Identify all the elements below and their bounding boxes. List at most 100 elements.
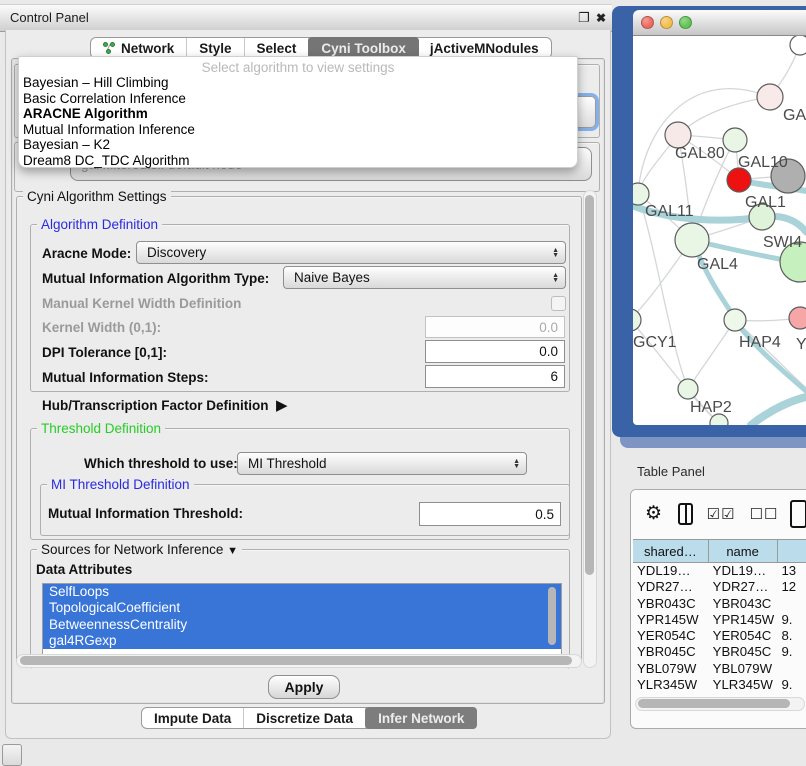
gear-icon[interactable]: ⚙ — [645, 502, 662, 525]
data-attributes-list[interactable]: SelfLoopsTopologicalCoefficientBetweenne… — [42, 583, 562, 655]
settings-vscrollbar-thumb[interactable] — [585, 195, 594, 575]
table-cell — [777, 661, 806, 677]
apply-button[interactable]: Apply — [268, 675, 340, 699]
select-all-checks-icon[interactable]: ☑☑ — [707, 505, 736, 523]
mi-type-combobox[interactable]: Naive Bayes ▲▼ — [283, 266, 566, 289]
table-panel: ⚙ ☑☑ ☐☐ shared…name YDL19…YDL19…13YDR27…… — [630, 489, 806, 729]
algorithm-option[interactable]: Bayesian – K2 — [19, 137, 577, 153]
table-cell: YBR043C — [633, 596, 709, 612]
table-cell: 9 — [777, 693, 806, 696]
table-cell: YBR043C — [709, 596, 778, 612]
float-window-icon[interactable]: ❐ — [576, 10, 592, 26]
network-window-frame-bottom — [620, 437, 806, 448]
hub-definition-label[interactable]: Hub/Transcription Factor Definition — [42, 398, 269, 413]
mi-type-label: Mutual Information Algorithm Type: — [42, 271, 269, 286]
data-attribute-item[interactable]: BetweennessCentrality — [43, 617, 561, 633]
table-cell: YLR345W — [709, 677, 778, 693]
bottom-tab-discretize-data[interactable]: Discretize Data — [244, 708, 366, 728]
table-row[interactable]: YER054CYER054C8. — [633, 628, 806, 644]
bottom-tab-infer-network[interactable]: Infer Network — [365, 707, 477, 729]
table-cell: YER054C — [633, 628, 709, 644]
mi-steps-field[interactable]: 6 — [425, 365, 565, 388]
dpi-tolerance-label: DPI Tolerance [0,1]: — [42, 345, 167, 360]
bottom-tabbar: Impute DataDiscretize DataInfer Network — [141, 707, 477, 729]
columns-icon[interactable] — [678, 503, 693, 525]
data-attribute-item[interactable]: gal4RGexp — [43, 633, 561, 649]
node-label: GAL10 — [738, 154, 788, 171]
node-label: GCY1 — [633, 334, 677, 351]
table-row[interactable]: YDL19…YDL19…13 — [633, 563, 806, 579]
aracne-mode-combobox[interactable]: Discovery ▲▼ — [136, 241, 566, 264]
manual-kernel-checkbox[interactable] — [551, 296, 566, 311]
data-attribute-item[interactable]: TopologicalCoefficient — [43, 600, 561, 616]
network-node[interactable] — [790, 36, 806, 55]
network-canvas[interactable]: GALGAL80GAL10GAL1GAL11SWI4GAL4GCY1HAP4YH… — [633, 36, 806, 425]
table-row[interactable]: YDR27…YDR27…12 — [633, 579, 806, 595]
mac-close-icon[interactable] — [641, 16, 654, 29]
network-node[interactable] — [633, 183, 649, 205]
table-cell: YBR045C — [633, 644, 709, 660]
column-header-2[interactable]: name — [709, 540, 778, 562]
settings-hscrollbar-thumb[interactable] — [20, 656, 572, 665]
algorithm-option[interactable]: Bayesian – Hill Climbing — [19, 75, 577, 91]
network-node[interactable] — [723, 128, 747, 152]
algorithm-option[interactable]: Mutual Information Inference — [19, 122, 577, 138]
expand-arrow-icon[interactable]: ▼ — [227, 545, 238, 557]
kernel-width-field[interactable]: 0.0 — [425, 316, 565, 338]
dpi-tolerance-field[interactable]: 0.0 — [425, 340, 565, 363]
settings-hscrollbar[interactable] — [16, 654, 582, 668]
table-hscrollbar[interactable] — [635, 697, 805, 711]
network-node[interactable] — [633, 309, 641, 331]
tab-network[interactable]: Network — [91, 38, 187, 58]
network-node[interactable] — [678, 379, 698, 399]
which-threshold-combobox[interactable]: MI Threshold ▲▼ — [237, 452, 527, 475]
network-node[interactable] — [757, 84, 783, 110]
network-edge[interactable] — [688, 320, 735, 389]
column-header-3[interactable] — [778, 540, 806, 562]
table-row[interactable]: YIL053CYIL053C9 — [633, 693, 806, 696]
tab-style[interactable]: Style — [187, 38, 244, 58]
table-hscrollbar-thumb[interactable] — [638, 699, 790, 708]
table-row[interactable]: YBR043CYBR043C — [633, 596, 806, 612]
node-label: HAP2 — [690, 399, 732, 416]
node-label: Y — [796, 336, 806, 353]
mac-zoom-icon[interactable] — [679, 16, 692, 29]
mi-threshold-field[interactable]: 0.5 — [419, 502, 561, 526]
network-node[interactable] — [724, 309, 746, 331]
table-row[interactable]: YPR145WYPR145W9. — [633, 612, 806, 628]
algorithm-popup: Select algorithm to view settings Bayesi… — [18, 56, 578, 168]
which-threshold-label: Which threshold to use: — [84, 456, 238, 471]
close-window-icon[interactable]: ✖ — [593, 10, 609, 26]
table-row[interactable]: YLR345WYLR345W9. — [633, 677, 806, 693]
cyni-algorithm-settings-title: Cyni Algorithm Settings — [23, 189, 171, 204]
bottom-tab-impute-data[interactable]: Impute Data — [142, 708, 244, 728]
tab-jactivemnodules[interactable]: jActiveMNodules — [418, 38, 551, 58]
attr-list-scrollbar-thumb[interactable] — [548, 587, 556, 645]
aracne-mode-value: Discovery — [147, 245, 206, 260]
network-node[interactable] — [727, 168, 751, 192]
algorithm-option[interactable]: Basic Correlation Inference — [19, 91, 577, 107]
export-table-icon[interactable] — [790, 500, 806, 528]
network-window-titlebar[interactable] — [633, 10, 806, 36]
network-node[interactable] — [789, 307, 806, 329]
table-row[interactable]: YBR045CYBR045C9. — [633, 644, 806, 660]
tab-select[interactable]: Select — [245, 38, 310, 58]
deselect-all-checks-icon[interactable]: ☐☐ — [750, 505, 779, 523]
table-row[interactable]: YBL079WYBL079W — [633, 661, 806, 677]
table-cell: YLR345W — [633, 677, 709, 693]
algorithm-option[interactable]: Dream8 DC_TDC Algorithm — [19, 153, 577, 169]
table-cell: YBR045C — [709, 644, 778, 660]
minimized-panel-button[interactable] — [2, 744, 22, 766]
settings-vscrollbar[interactable] — [583, 190, 597, 668]
algorithm-option[interactable]: ARACNE Algorithm — [19, 106, 577, 122]
collapse-arrow-icon[interactable]: ▶ — [276, 396, 288, 414]
column-header-1[interactable]: shared… — [633, 540, 709, 562]
data-attribute-item[interactable]: SelfLoops — [43, 584, 561, 600]
network-edge[interactable] — [751, 397, 806, 425]
network-node[interactable] — [675, 223, 709, 257]
mac-minimize-icon[interactable] — [660, 16, 673, 29]
dpi-tolerance-value: 0.0 — [539, 344, 558, 359]
network-edge[interactable] — [678, 97, 770, 135]
table-cell: YIL053C — [709, 693, 778, 696]
sources-title-text[interactable]: Sources for Network Inference — [41, 542, 223, 557]
